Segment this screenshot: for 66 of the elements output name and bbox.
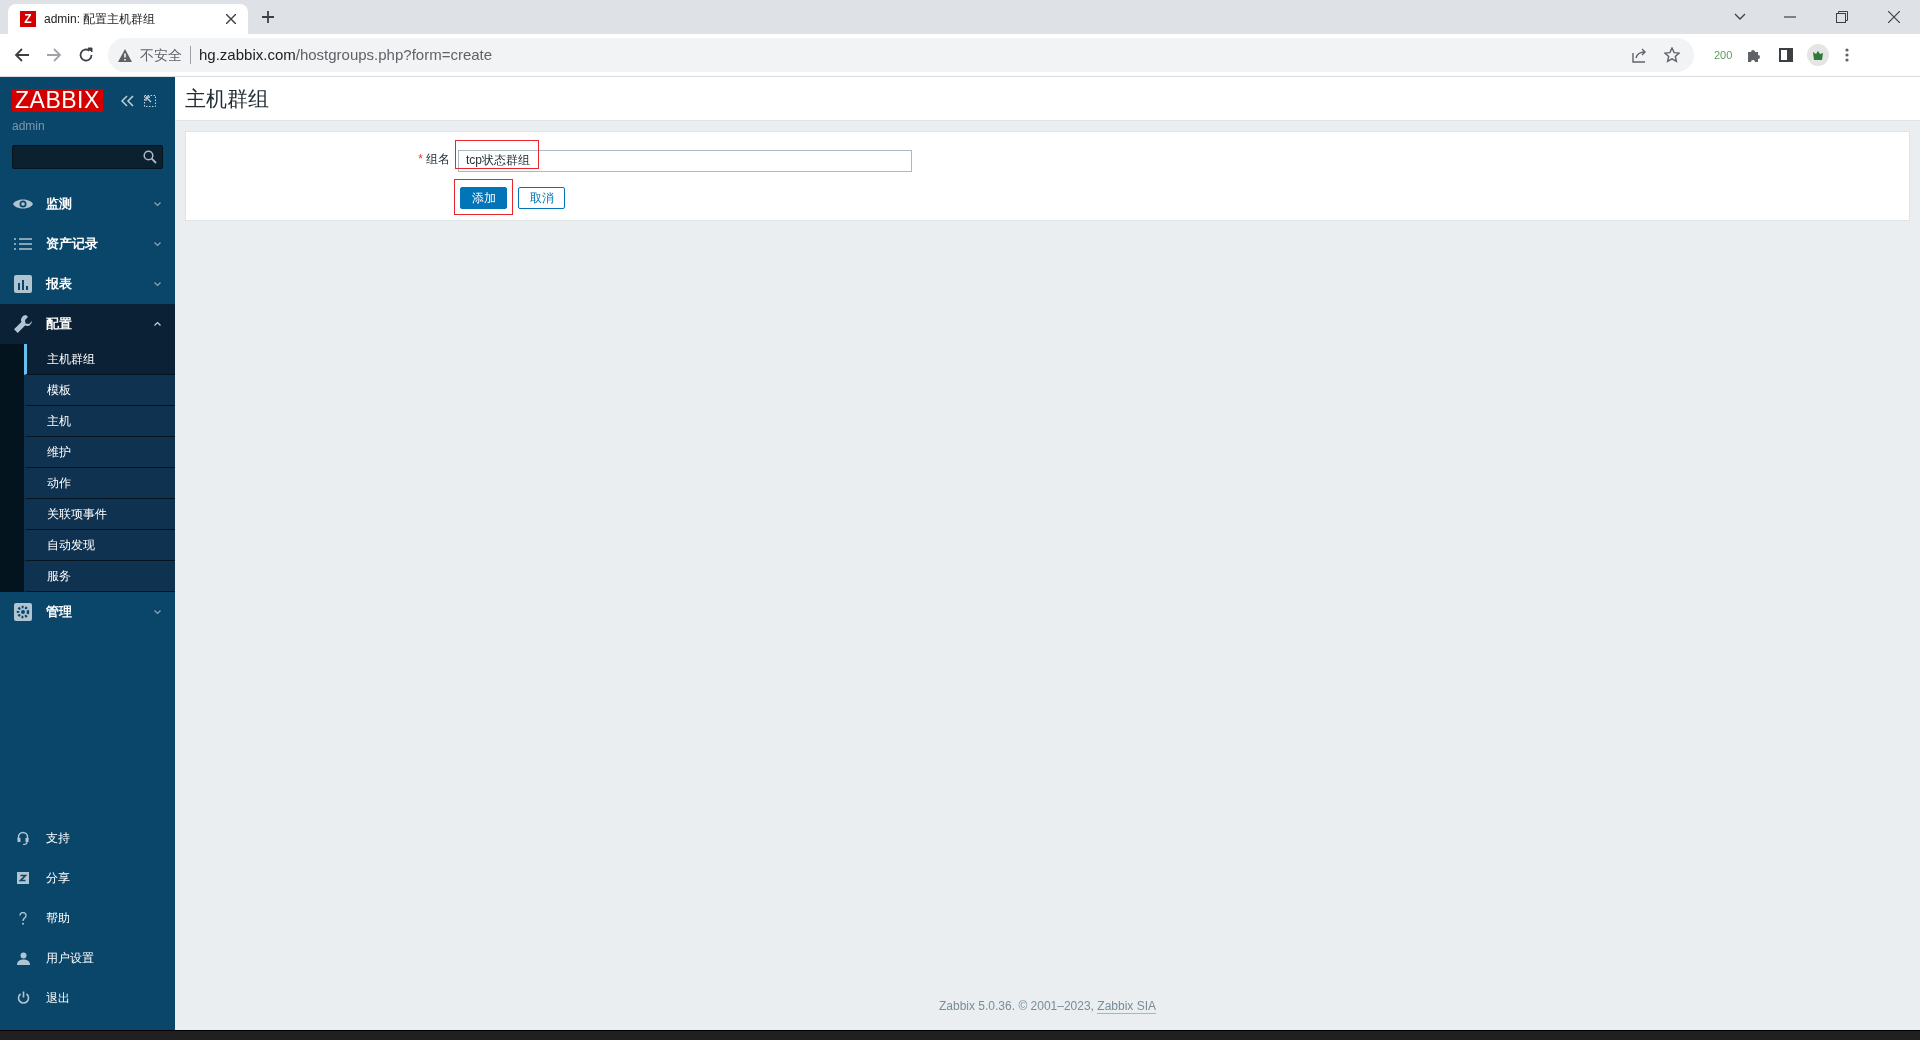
puzzle-icon[interactable] — [1746, 47, 1763, 63]
favicon: Z — [20, 11, 36, 27]
footer-text: Zabbix 5.0.36. © 2001–2023, Zabbix SIA — [939, 998, 1156, 1015]
reload-icon[interactable] — [78, 47, 94, 63]
kiosk-mode-icon[interactable] — [143, 94, 156, 107]
menu-item[interactable]: 监测 — [0, 184, 175, 224]
restore-icon[interactable] — [1836, 11, 1848, 23]
chevron-down-icon — [154, 202, 161, 206]
wrench-icon — [13, 314, 33, 334]
user-icon — [16, 951, 30, 965]
share-icon[interactable] — [1632, 47, 1648, 63]
eye-icon — [12, 197, 34, 211]
page-title: 主机群组 — [185, 85, 269, 112]
submenu-item[interactable]: 主机 — [24, 406, 175, 437]
close-icon[interactable] — [226, 14, 236, 24]
menu-item[interactable]: 用户设置 — [0, 938, 175, 978]
submenu-item[interactable]: 主机群组 — [24, 344, 175, 375]
side-panel-icon[interactable] — [1779, 48, 1794, 62]
submenu-item[interactable]: 自动发现 — [24, 530, 175, 561]
username: admin — [12, 118, 46, 135]
add-button[interactable]: 添加 — [460, 186, 507, 209]
menu-item[interactable]: 支持 — [0, 818, 175, 858]
address-bar[interactable]: 不安全 hg.zabbix.com/hostgroups.php?form=create — [108, 38, 1694, 72]
question-icon — [19, 911, 27, 925]
bar-chart-icon — [14, 275, 32, 293]
submenu-item[interactable]: 服务 — [24, 561, 175, 592]
menu-item[interactable]: 资产记录 — [0, 224, 175, 264]
search-field[interactable] — [12, 145, 163, 169]
submenu-item[interactable]: 动作 — [24, 468, 175, 499]
logo[interactable]: ZABBIX — [12, 89, 103, 112]
gear-icon — [14, 603, 32, 621]
name-input[interactable]: tcp状态群组 — [458, 149, 912, 172]
menu-item[interactable]: 帮助 — [0, 898, 175, 938]
menu-item[interactable]: 管理 — [0, 592, 175, 632]
tab-title: admin: 配置主机群组 — [44, 11, 156, 28]
menu-item[interactable]: 报表 — [0, 264, 175, 304]
warning-icon[interactable] — [118, 48, 132, 62]
menu-item[interactable]: 退出 — [0, 978, 175, 1018]
headset-icon — [17, 831, 29, 845]
browser-tab[interactable]: Z admin: 配置主机群组 — [8, 4, 248, 34]
chevron-down-icon — [154, 610, 161, 614]
url-text: hg.zabbix.com/hostgroups.php?form=create — [199, 44, 493, 65]
list-icon — [14, 238, 32, 250]
cancel-button[interactable]: 取消 — [518, 186, 565, 209]
chevron-up-icon — [154, 322, 161, 326]
required-mark: * — [418, 151, 423, 169]
submenu-item[interactable]: 关联项事件 — [24, 499, 175, 530]
profile-avatar-icon[interactable] — [1807, 44, 1830, 66]
collapse-icon[interactable] — [120, 94, 134, 107]
share-z-icon — [17, 872, 29, 884]
menu-item[interactable]: 配置 — [0, 304, 175, 344]
back-icon[interactable] — [14, 47, 30, 63]
security-label: 不安全 — [140, 45, 182, 65]
menu-icon[interactable] — [1845, 48, 1850, 62]
chevron-down-icon[interactable] — [1734, 13, 1746, 21]
field-label: 组名 — [426, 151, 450, 169]
chevron-down-icon — [154, 242, 161, 246]
submenu-item[interactable]: 模板 — [24, 375, 175, 406]
search-icon[interactable] — [143, 150, 157, 164]
close-icon[interactable] — [1888, 11, 1900, 23]
plus-icon — [261, 10, 275, 24]
chevron-down-icon — [154, 282, 161, 286]
menu-item[interactable]: 分享 — [0, 858, 175, 898]
power-icon — [16, 991, 30, 1005]
star-icon[interactable] — [1664, 47, 1680, 63]
submenu-item[interactable]: 维护 — [24, 437, 175, 468]
